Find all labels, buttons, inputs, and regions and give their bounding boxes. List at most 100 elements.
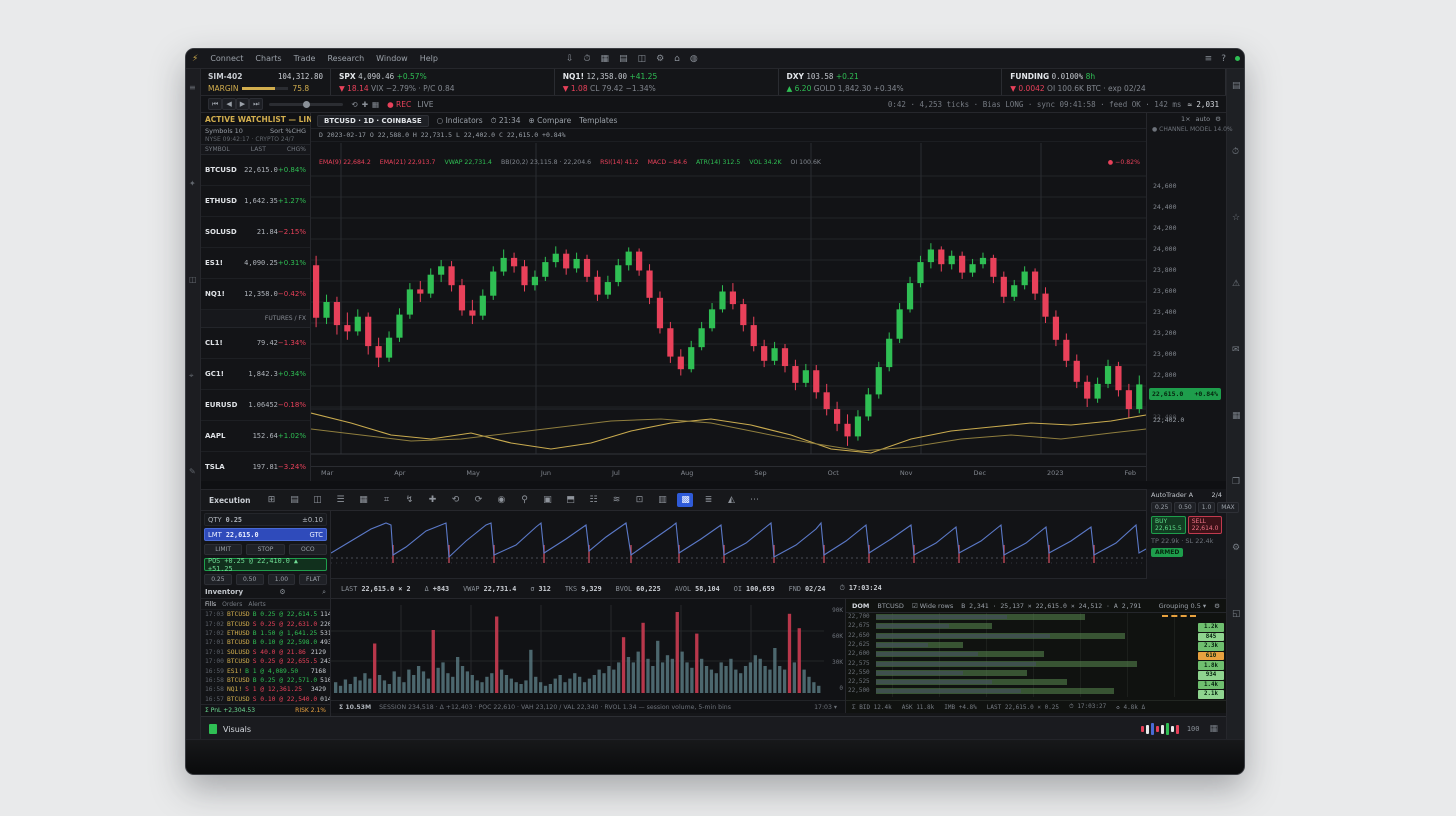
replay-slider[interactable] — [269, 103, 343, 106]
toolbar-icon-1[interactable]: ✚ — [362, 100, 368, 109]
execution-icon-6[interactable]: ↯ — [401, 493, 417, 507]
price-axis[interactable]: 1×auto⚙ ● CHANNEL MODEL 14.0% 24,60024,4… — [1146, 113, 1226, 481]
execution-icon-15[interactable]: ≋ — [608, 493, 624, 507]
menu-item-charts[interactable]: Charts — [249, 52, 287, 65]
buy-button[interactable]: BUY 22,615.5 — [1151, 516, 1186, 534]
quick-size-flat[interactable]: FLAT — [299, 574, 327, 585]
order-type-oco[interactable]: OCO — [289, 544, 327, 555]
execution-icon-7[interactable]: ✚ — [424, 493, 440, 507]
execution-icon-17[interactable]: ▥ — [654, 493, 670, 507]
search-icon[interactable]: ⌕ — [322, 588, 326, 597]
right-rail-icon-5[interactable]: ▦ — [1232, 411, 1241, 421]
depth-row-8[interactable]: 22,500 — [846, 687, 1198, 695]
depth-row-3[interactable]: 22,625 — [846, 641, 1198, 649]
execution-icon-2[interactable]: ◫ — [309, 493, 325, 507]
price-axis-control-0[interactable]: 1× — [1181, 115, 1191, 123]
record-toggle[interactable]: ● REC — [387, 100, 411, 109]
watchlist-row-BTCUSD[interactable]: BTCUSD22,615.0+0.84% — [201, 155, 310, 186]
watchlist-row-GC1[interactable]: GC1!1,842.3+0.34% — [201, 359, 310, 390]
execution-icon-10[interactable]: ◉ — [493, 493, 509, 507]
layout-grid-icon[interactable]: ▦ — [1209, 724, 1218, 734]
replay-nav-3[interactable]: ⏭ — [249, 98, 263, 110]
fill-row-2[interactable]: 17:02ETHUSDB 1.50 @ 1,641.255318 — [201, 629, 330, 638]
execution-icon-0[interactable]: ⊞ — [263, 493, 279, 507]
fill-row-0[interactable]: 17:03BTCUSDB 0.25 @ 22,614.51143 — [201, 610, 330, 619]
ladder-cell-6[interactable]: 1.4k — [1198, 681, 1224, 690]
replay-nav-2[interactable]: ▶ — [236, 98, 249, 110]
fill-row-4[interactable]: 17:01SOLUSDS 40.0 @ 21.862129 — [201, 648, 330, 657]
left-rail-icon-3[interactable]: ⌖ — [189, 371, 194, 381]
workspace-name[interactable]: Visuals — [223, 725, 251, 734]
fill-row-3[interactable]: 17:01BTCUSDB 0.10 @ 22,598.04933 — [201, 638, 330, 647]
ladder-cell-5[interactable]: 934 — [1198, 671, 1224, 680]
sell-button[interactable]: SELL 22,614.0 — [1188, 516, 1223, 534]
menubar-icon-4[interactable]: ◫ — [638, 54, 647, 64]
watchlist-row-ETHUSD[interactable]: ETHUSD1,642.35+1.27% — [201, 186, 310, 217]
depth-row-4[interactable]: 22,600 — [846, 650, 1198, 658]
watchlist-row-AAPL[interactable]: AAPL152.64+1.02% — [201, 421, 310, 452]
depth-heatmap[interactable]: 22,70022,67522,65022,62522,60022,57522,5… — [846, 613, 1198, 697]
qty-row[interactable]: QTY0.25±0.10 — [204, 513, 327, 526]
dom-gear-icon[interactable]: ⚙ — [1214, 602, 1220, 610]
grouping-select[interactable]: Grouping 0.5 ▾ — [1159, 602, 1207, 610]
depth-row-5[interactable]: 22,575 — [846, 660, 1198, 668]
ladder-cell-7[interactable]: 2.1k — [1198, 690, 1224, 699]
execution-icon-11[interactable]: ⚲ — [516, 493, 532, 507]
execution-icon-20[interactable]: ◭ — [723, 493, 739, 507]
menubar-icon-2[interactable]: ▦ — [601, 54, 610, 64]
size-chip-0.50[interactable]: 0.50 — [1174, 502, 1195, 513]
fill-row-9[interactable]: 16:57BTCUSDS 0.10 @ 22,540.00143 — [201, 695, 330, 704]
watchlist-row-NQ1[interactable]: NQ1!12,358.0−0.42% — [201, 279, 310, 310]
symbol-tab[interactable]: BTCUSD · 1D · COINBASE — [317, 115, 429, 127]
cumulative-delta-chart[interactable] — [331, 511, 1146, 579]
price-axis-control-2[interactable]: ⚙ — [1215, 115, 1221, 123]
ladder-cell-4[interactable]: 1.8k — [1198, 661, 1224, 670]
right-rail-icon-7[interactable]: ⚙ — [1232, 543, 1240, 553]
execution-icon-21[interactable]: ⋯ — [746, 493, 762, 507]
right-rail-icon-4[interactable]: ✉ — [1232, 345, 1240, 355]
right-rail-icon-8[interactable]: ◱ — [1232, 609, 1241, 619]
price-axis-control-1[interactable]: auto — [1196, 115, 1211, 123]
menu-item-connect[interactable]: Connect — [204, 52, 249, 65]
live-toggle[interactable]: LIVE — [417, 100, 433, 109]
watchlist-sort[interactable]: Sort %CHG — [270, 127, 306, 135]
right-rail-icon-0[interactable]: ▤ — [1232, 81, 1241, 91]
right-rail-icon-2[interactable]: ☆ — [1232, 213, 1240, 223]
watchlist-row-SOLUSD[interactable]: SOLUSD21.84−2.15% — [201, 217, 310, 248]
execution-icon-19[interactable]: ≣ — [700, 493, 716, 507]
volume-time-select[interactable]: 17:03 ▾ — [814, 704, 837, 711]
execution-icon-13[interactable]: ⬒ — [562, 493, 578, 507]
depth-row-0[interactable]: 22,700 — [846, 613, 1198, 621]
watchlist-title[interactable]: ACTIVE WATCHLIST — LINKED A — [201, 113, 310, 126]
menu-item-research[interactable]: Research — [321, 52, 370, 65]
time-axis[interactable]: MarAprMayJunJulAugSepOctNovDec2023Feb — [311, 466, 1146, 481]
indicators-button[interactable]: ○ Indicators — [437, 116, 483, 125]
watchlist-row-EURUSD[interactable]: EURUSD1.06452−0.18% — [201, 390, 310, 421]
tradelog-tab-orders[interactable]: Orders — [222, 601, 242, 608]
left-rail-icon-2[interactable]: ◫ — [189, 275, 197, 284]
right-rail-icon-6[interactable]: ❐ — [1232, 477, 1240, 487]
depth-row-1[interactable]: 22,675 — [846, 622, 1198, 630]
execution-icon-16[interactable]: ⊡ — [631, 493, 647, 507]
left-rail-icon-4[interactable]: ✎ — [189, 467, 196, 476]
execution-icon-18[interactable]: ▩ — [677, 493, 693, 507]
fill-row-5[interactable]: 17:00BTCUSDS 0.25 @ 22,655.52433 — [201, 657, 330, 666]
templates-button[interactable]: Templates — [579, 116, 617, 125]
quick-size-0.25[interactable]: 0.25 — [204, 574, 232, 585]
order-type-stop[interactable]: STOP — [246, 544, 284, 555]
ladder-cell-2[interactable]: 2.3k — [1198, 642, 1224, 651]
left-rail-icon-1[interactable]: ✦ — [189, 179, 196, 188]
right-rail-icon-1[interactable]: ⏱ — [1232, 147, 1239, 157]
size-chip-MAX[interactable]: MAX — [1217, 502, 1238, 513]
replay-nav-1[interactable]: ◀ — [222, 98, 235, 110]
fill-row-1[interactable]: 17:02BTCUSDS 0.25 @ 22,631.02209 — [201, 619, 330, 628]
quick-size-1.00[interactable]: 1.00 — [268, 574, 296, 585]
quick-size-0.50[interactable]: 0.50 — [236, 574, 264, 585]
menubar-icon-6[interactable]: ⌂ — [674, 54, 680, 64]
menu-item-trade[interactable]: Trade — [288, 52, 322, 65]
ladder-cell-1[interactable]: 845 — [1198, 633, 1224, 642]
execution-icon-8[interactable]: ⟲ — [447, 493, 463, 507]
right-rail-icon-3[interactable]: ⚠ — [1232, 279, 1240, 289]
tradelog-tab-alerts[interactable]: Alerts — [248, 601, 265, 608]
menubar-icon-7[interactable]: ◍ — [690, 54, 698, 64]
